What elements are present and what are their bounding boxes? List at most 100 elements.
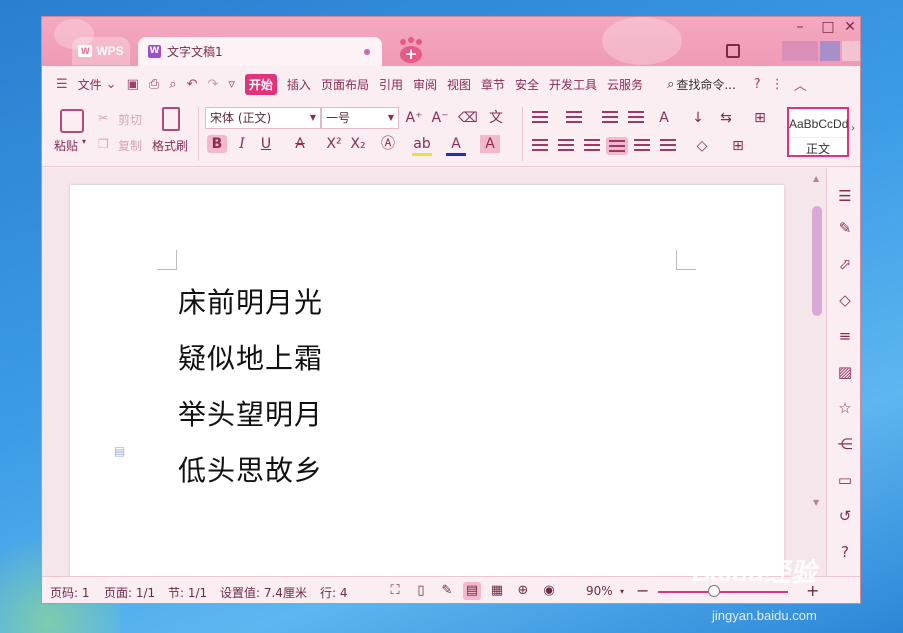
tab-cloud-service[interactable]: 云服务 — [607, 76, 643, 93]
new-tab-button[interactable]: + — [396, 37, 426, 63]
font-name-select[interactable]: 宋体 (正文) ▼ — [205, 107, 321, 129]
paragraph-handle-icon[interactable]: ▤ — [114, 444, 128, 458]
star-icon[interactable]: ☆ — [835, 398, 855, 418]
paste-icon[interactable] — [60, 109, 84, 133]
tab-security[interactable]: 安全 — [515, 76, 539, 93]
align-right-icon[interactable] — [584, 139, 600, 151]
sort-icon[interactable]: ↓ — [688, 109, 708, 127]
tab-developer[interactable]: 开发工具 — [549, 76, 597, 93]
history-icon[interactable]: ↺ — [835, 506, 855, 526]
tab-sections[interactable]: 章节 — [481, 76, 505, 93]
fullscreen-icon[interactable]: ⛶ — [386, 582, 404, 600]
select-cursor-icon[interactable]: ⬀ — [835, 254, 855, 274]
status-page-count[interactable]: 页面: 1/1 — [104, 584, 155, 601]
zoom-out-icon[interactable]: − — [636, 581, 649, 600]
zoom-level[interactable]: 90% — [586, 584, 613, 598]
tab-view[interactable]: 视图 — [447, 76, 471, 93]
status-page-number[interactable]: 页码: 1 — [50, 584, 90, 601]
paste-dropdown-icon[interactable]: ▾ — [82, 137, 86, 146]
shapes-icon[interactable]: ◇ — [835, 290, 855, 310]
status-setting-value[interactable]: 设置值: 7.4厘米 — [220, 584, 307, 601]
web-view-icon[interactable]: ⊕ — [514, 582, 532, 600]
justify-icon[interactable] — [606, 137, 628, 155]
paragraph-shading-icon[interactable]: ◇ — [692, 137, 712, 155]
strikethrough-icon[interactable]: A — [290, 135, 310, 153]
line-spacing-icon[interactable] — [660, 139, 676, 151]
document-page[interactable]: 床前明月光 疑似地上霜 举头望明月 低头思故乡 — [70, 185, 784, 585]
phonetic-guide-icon[interactable]: 文 — [486, 109, 506, 127]
redo-icon[interactable]: ↷ — [207, 77, 218, 92]
help-icon[interactable]: ? — [754, 77, 761, 92]
document-tab[interactable]: W 文字文稿1 — [138, 37, 382, 66]
chevron-down-icon[interactable]: ⌄ — [106, 77, 117, 92]
shrink-font-icon[interactable]: A⁻ — [430, 109, 450, 127]
status-row[interactable]: 行: 4 — [320, 584, 348, 601]
account-avatar[interactable] — [820, 41, 840, 61]
print-preview-icon[interactable]: ⌕ — [169, 77, 176, 92]
zoom-dropdown-icon[interactable]: ▾ — [620, 587, 624, 596]
highlight-icon[interactable]: ab — [412, 135, 432, 156]
tab-references[interactable]: 引用 — [379, 76, 403, 93]
decrease-indent-icon[interactable] — [602, 111, 618, 123]
format-painter-icon[interactable] — [162, 107, 180, 131]
collapse-ribbon-icon[interactable]: ︿ — [794, 75, 807, 94]
image-icon[interactable]: ▨ — [835, 362, 855, 382]
quick-access-dropdown-icon[interactable]: ▿ — [228, 77, 235, 92]
poem-line[interactable]: 低头思故乡 — [178, 449, 323, 489]
tab-insert[interactable]: 插入 — [287, 76, 311, 93]
style-normal[interactable]: AaBbCcDd 正文 — [787, 107, 849, 157]
edit-mode-icon[interactable]: ✎ — [438, 582, 456, 600]
font-color-icon[interactable]: A — [446, 135, 466, 156]
layout-toggle-icon[interactable] — [726, 44, 740, 58]
outline-view-icon[interactable]: ▦ — [488, 582, 506, 600]
underline-icon[interactable]: U — [256, 135, 276, 153]
increase-indent-icon[interactable] — [628, 111, 644, 123]
tab-review[interactable]: 审阅 — [413, 76, 437, 93]
align-left-icon[interactable] — [532, 139, 548, 151]
superscript-icon[interactable]: X² — [324, 135, 344, 153]
help-circle-icon[interactable]: ? — [835, 542, 855, 562]
paste-button[interactable]: 粘贴 — [54, 137, 78, 154]
menu-lines-icon[interactable]: ☰ — [835, 186, 855, 206]
text-effect-icon[interactable]: Ⓐ — [378, 135, 398, 153]
italic-icon[interactable]: I — [232, 135, 252, 153]
align-center-icon[interactable] — [558, 139, 574, 151]
eye-protection-icon[interactable]: ◉ — [540, 582, 558, 600]
cut-button[interactable]: 剪切 — [118, 111, 142, 128]
char-shading-icon[interactable]: A — [480, 135, 500, 153]
bold-icon[interactable]: B — [207, 135, 227, 153]
account-area[interactable] — [782, 41, 818, 61]
vertical-scrollbar[interactable]: ▲ ▼ — [808, 168, 826, 576]
clear-format-icon[interactable]: ⌫ — [458, 109, 478, 127]
table-icon[interactable]: ⊞ — [750, 109, 770, 127]
zoom-slider[interactable] — [658, 591, 788, 593]
grow-font-icon[interactable]: A⁺ — [404, 109, 424, 127]
more-icon[interactable]: ⋮ — [771, 77, 784, 92]
hamburger-icon[interactable]: ☰ — [56, 77, 68, 92]
bullet-list-icon[interactable] — [532, 111, 548, 123]
format-painter-button[interactable]: 格式刷 — [152, 137, 188, 154]
minimize-icon[interactable]: – — [786, 17, 814, 37]
styles-scroll-icon[interactable]: › — [851, 123, 855, 134]
tab-page-layout[interactable]: 页面布局 — [321, 76, 369, 93]
scrollbar-thumb[interactable] — [812, 206, 822, 316]
search-icon[interactable]: ⌕ — [667, 77, 674, 92]
page-view-icon[interactable]: ▤ — [463, 582, 481, 600]
font-size-select[interactable]: 一号 ▼ — [321, 107, 399, 129]
poem-line[interactable]: 床前明月光 — [178, 281, 323, 321]
reading-mode-icon[interactable]: ▯ — [412, 582, 430, 600]
borders-icon[interactable]: ⊞ — [728, 137, 748, 155]
menu-file[interactable]: 文件 — [78, 76, 102, 93]
show-marks-icon[interactable]: ⇆ — [716, 109, 736, 127]
text-direction-icon[interactable]: A — [654, 109, 674, 127]
settings-sliders-icon[interactable]: ≡ — [835, 326, 855, 346]
distributed-icon[interactable] — [634, 139, 650, 151]
share-icon[interactable]: ⋲ — [835, 434, 855, 454]
tab-home[interactable]: 开始 — [244, 73, 277, 95]
subscript-icon[interactable]: X₂ — [348, 135, 368, 153]
scroll-down-icon[interactable]: ▼ — [813, 498, 819, 507]
wps-home-tab[interactable]: W WPS — [72, 37, 130, 65]
poem-line[interactable]: 疑似地上霜 — [178, 337, 323, 377]
archive-icon[interactable]: ▭ — [835, 470, 855, 490]
print-icon[interactable]: ⎙ — [149, 77, 159, 92]
